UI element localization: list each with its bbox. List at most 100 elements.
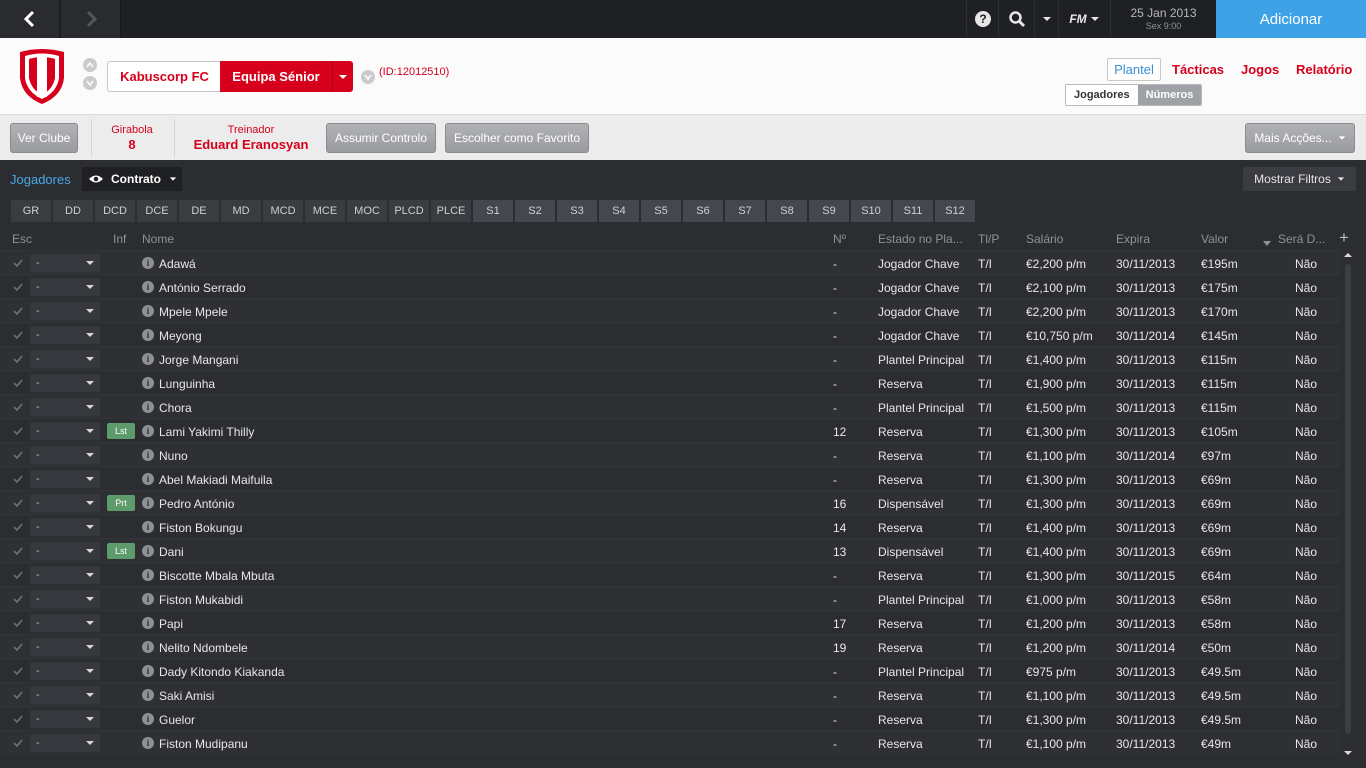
add-column-icon[interactable]: + (1339, 228, 1349, 248)
forward-button[interactable] (61, 0, 121, 38)
selection-dropdown[interactable]: - (30, 566, 100, 584)
tab-tacticas[interactable]: Tácticas (1172, 58, 1224, 81)
checkmark-icon[interactable] (12, 569, 24, 581)
checkmark-icon[interactable] (12, 425, 24, 437)
selection-dropdown[interactable]: - (30, 614, 100, 632)
manager-info[interactable]: Treinador Eduard Eranosyan (184, 124, 318, 152)
table-row[interactable]: - i Fiston Mudipanu - Reserva T/I €1,100 p/m 30… (0, 730, 1340, 754)
table-row[interactable]: - i Adawá - Jogador Chave T/I €2,200 p/m 30/11/… (0, 250, 1340, 274)
checkmark-icon[interactable] (12, 713, 24, 725)
player-name[interactable]: Nelito Ndombele (159, 641, 248, 655)
player-name[interactable]: Mpele Mpele (159, 305, 228, 319)
player-name[interactable]: Pedro António (159, 497, 234, 511)
table-row[interactable]: - i Abel Makiadi Maifuila - Reserva T/I €1,300… (0, 466, 1340, 490)
player-name[interactable]: Jorge Mangani (159, 353, 238, 367)
help-button[interactable]: ? (966, 0, 998, 38)
info-icon[interactable]: i (142, 713, 154, 725)
position-chip[interactable]: DE (179, 200, 219, 222)
checkmark-icon[interactable] (12, 497, 24, 509)
player-name[interactable]: Lami Yakimi Thilly (159, 425, 254, 439)
set-favourite-button[interactable]: Escolher como Favorito (445, 123, 589, 153)
player-name[interactable]: Saki Amisi (159, 689, 214, 703)
slot-chip[interactable]: S6 (683, 200, 723, 222)
selection-dropdown[interactable]: - (30, 638, 100, 656)
info-icon[interactable]: i (142, 593, 154, 605)
table-row[interactable]: - Lst i Lami Yakimi Thilly 12 Reserva T/I €1,30… (0, 418, 1340, 442)
slot-chip[interactable]: S2 (515, 200, 555, 222)
player-status-badge[interactable]: Lst (107, 543, 135, 559)
view-club-button[interactable]: Ver Clube (10, 123, 78, 153)
checkmark-icon[interactable] (12, 617, 24, 629)
selection-dropdown[interactable]: - (30, 470, 100, 488)
view-label[interactable]: Jogadores (10, 172, 71, 187)
info-icon[interactable]: i (142, 305, 154, 317)
position-chip[interactable]: DCD (95, 200, 135, 222)
checkmark-icon[interactable] (12, 449, 24, 461)
selection-dropdown[interactable]: - (30, 350, 100, 368)
info-icon[interactable]: i (142, 425, 154, 437)
position-chip[interactable]: PLCD (389, 200, 429, 222)
selection-dropdown[interactable]: - (30, 662, 100, 680)
table-row[interactable]: - i Papi 17 Reserva T/I €1,200 p/m 30/11/2013 €5… (0, 610, 1340, 634)
slot-chip[interactable]: S7 (725, 200, 765, 222)
search-dropdown[interactable] (1034, 0, 1058, 38)
col-expires[interactable]: Expira (1116, 232, 1150, 246)
checkmark-icon[interactable] (12, 593, 24, 605)
selection-dropdown[interactable]: - (30, 374, 100, 392)
checkmark-icon[interactable] (12, 257, 24, 269)
info-icon[interactable]: i (142, 569, 154, 581)
player-name[interactable]: António Serrado (159, 281, 246, 295)
col-salary[interactable]: Salário (1026, 232, 1063, 246)
checkmark-icon[interactable] (12, 353, 24, 365)
position-chip[interactable]: MD (221, 200, 261, 222)
player-name[interactable]: Guelor (159, 713, 195, 727)
info-icon[interactable]: i (142, 737, 154, 749)
selection-dropdown[interactable]: - (30, 686, 100, 704)
continue-button[interactable]: Adicionar (1216, 0, 1366, 38)
player-name[interactable]: Papi (159, 617, 183, 631)
subtab-numeros[interactable]: Números (1137, 85, 1202, 105)
info-icon[interactable]: i (142, 521, 154, 533)
table-row[interactable]: - i Biscotte Mbala Mbuta - Reserva T/I €1,300 … (0, 562, 1340, 586)
selection-dropdown[interactable]: - (30, 542, 100, 560)
slot-chip[interactable]: S9 (809, 200, 849, 222)
checkmark-icon[interactable] (12, 545, 24, 557)
selection-dropdown[interactable]: - (30, 590, 100, 608)
col-esc[interactable]: Esc (12, 232, 32, 246)
table-row[interactable]: - i Dady Kitondo Kiakanda - Plantel Principa… (0, 658, 1340, 682)
slot-chip[interactable]: S1 (473, 200, 513, 222)
id-dropdown-button[interactable] (361, 70, 375, 84)
selection-dropdown[interactable]: - (30, 710, 100, 728)
selection-dropdown[interactable]: - (30, 734, 100, 752)
player-name[interactable]: Abel Makiadi Maifuila (159, 473, 272, 487)
table-row[interactable]: - i Nuno - Reserva T/I €1,100 p/m 30/11/2014 €97… (0, 442, 1340, 466)
slot-chip[interactable]: S10 (851, 200, 891, 222)
slot-chip[interactable]: S8 (767, 200, 807, 222)
date-display[interactable]: 25 Jan 2013 Sex 9:00 (1110, 0, 1216, 38)
slot-chip[interactable]: S12 (935, 200, 975, 222)
position-chip[interactable]: MOC (347, 200, 387, 222)
selection-dropdown[interactable]: - (30, 326, 100, 344)
table-row[interactable]: - i Mpele Mpele - Jogador Chave T/I €2,200 p/m… (0, 298, 1340, 322)
next-club-button[interactable] (83, 76, 97, 90)
search-button[interactable] (998, 0, 1034, 38)
slot-chip[interactable]: S5 (641, 200, 681, 222)
info-icon[interactable]: i (142, 377, 154, 389)
selection-dropdown[interactable]: - (30, 518, 100, 536)
col-future[interactable]: Será D... (1278, 232, 1325, 246)
more-actions-button[interactable]: Mais Acções... (1245, 123, 1355, 153)
club-crest[interactable] (16, 48, 68, 106)
player-name[interactable]: Dani (159, 545, 184, 559)
table-row[interactable]: - Lst i Dani 13 Dispensável T/I €1,400 p/m 30/11… (0, 538, 1340, 562)
info-icon[interactable]: i (142, 665, 154, 677)
position-chip[interactable]: MCD (263, 200, 303, 222)
slot-chip[interactable]: S4 (599, 200, 639, 222)
subtab-jogadores[interactable]: Jogadores (1066, 85, 1138, 105)
table-row[interactable]: - i Fiston Mukabidi - Plantel Principal T/I €1… (0, 586, 1340, 610)
player-name[interactable]: Fiston Bokungu (159, 521, 242, 535)
info-icon[interactable]: i (142, 545, 154, 557)
selection-dropdown[interactable]: - (30, 422, 100, 440)
tab-jogos[interactable]: Jogos (1241, 58, 1279, 81)
position-chip[interactable]: MCE (305, 200, 345, 222)
player-name[interactable]: Adawá (159, 257, 196, 271)
